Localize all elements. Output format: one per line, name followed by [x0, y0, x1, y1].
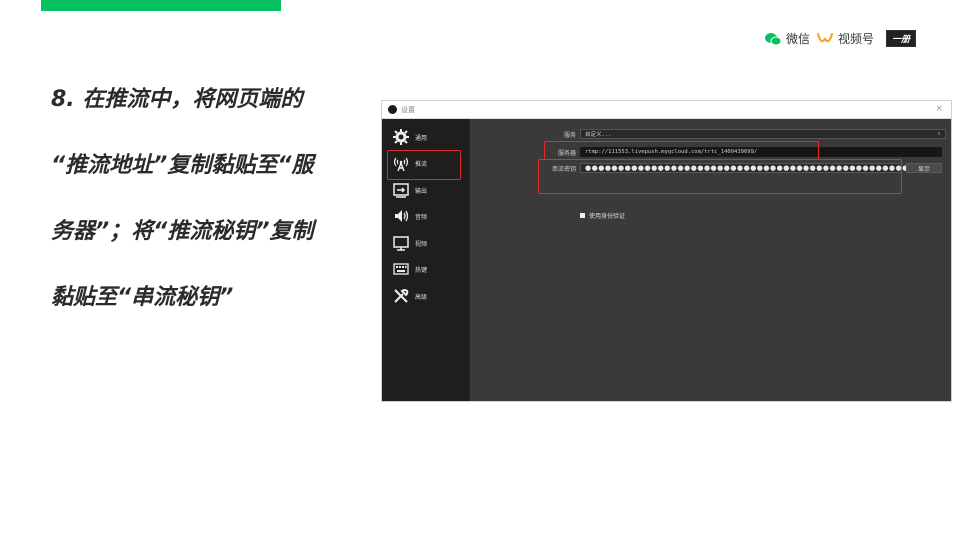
- auth-checkbox-row[interactable]: 使用身份验证: [580, 211, 625, 220]
- wechat-brand: 微信: [764, 30, 810, 47]
- sidebar-item-video[interactable]: 视频: [392, 235, 427, 251]
- auth-checkbox-label: 使用身份验证: [589, 213, 626, 220]
- instruction-line: 8. 在推流中，将网页端的: [51, 87, 303, 112]
- close-icon[interactable]: ×: [935, 104, 943, 114]
- sidebar-item-general[interactable]: 通用: [392, 129, 427, 145]
- sidebar-item-advanced[interactable]: 高级: [392, 288, 427, 304]
- sidebar-item-label: 高级: [415, 293, 428, 301]
- monitor-icon: [392, 235, 410, 251]
- sidebar-item-label: 视频: [415, 240, 428, 248]
- auth-checkbox[interactable]: [580, 213, 585, 218]
- sidebar-item-output[interactable]: 输出: [392, 182, 427, 198]
- sidebar-item-label: 热键: [415, 266, 428, 274]
- tools-icon: [392, 288, 410, 304]
- keyboard-icon: [392, 261, 410, 277]
- instruction-text: 8. 在推流中，将网页端的 “推流地址”复制黏贴至“服 务器”；将“推流秘钥”复…: [51, 82, 371, 346]
- sidebar-item-audio[interactable]: 音频: [392, 208, 427, 224]
- instruction-line: 务器”；将“推流秘钥”复制: [51, 219, 314, 244]
- obs-logo-icon: [388, 105, 397, 114]
- channels-icon: [816, 32, 834, 42]
- settings-window: 设置 × 通用 推流 输出 音频 视频 热键 高级 服务 自定义... ⇕ 服务…: [381, 100, 952, 402]
- show-key-button[interactable]: 显示: [906, 163, 942, 173]
- logo: 一册: [885, 30, 916, 47]
- window-title: 设置: [401, 105, 415, 114]
- highlight-stream-key-field: [538, 159, 902, 194]
- service-select[interactable]: 自定义... ⇕: [580, 129, 946, 139]
- sidebar-item-label: 通用: [415, 134, 428, 142]
- chevron-down-icon: ⇕: [937, 130, 941, 137]
- instruction-line: 黏贴至“串流秘钥”: [51, 285, 234, 310]
- channels-brand: 视频号: [816, 30, 874, 47]
- wechat-label: 微信: [785, 32, 810, 46]
- gear-icon: [392, 129, 410, 145]
- service-label: 服务: [563, 131, 576, 139]
- service-row: 服务 自定义... ⇕: [554, 129, 946, 139]
- highlight-server-field: [544, 141, 819, 160]
- instruction-line: “推流地址”复制黏贴至“服: [51, 153, 314, 178]
- sidebar-item-hotkeys[interactable]: 热键: [392, 261, 427, 277]
- sidebar-item-label: 输出: [415, 187, 428, 195]
- window-titlebar: 设置 ×: [382, 101, 951, 119]
- accent-bar: [41, 0, 281, 11]
- wechat-icon: [764, 32, 782, 45]
- sidebar-item-label: 音频: [415, 213, 428, 221]
- speaker-icon: [392, 208, 410, 224]
- service-value: 自定义...: [585, 132, 612, 138]
- channels-label: 视频号: [837, 32, 874, 46]
- brand-bar: 微信 视频号 一册: [764, 30, 916, 47]
- output-icon: [392, 182, 410, 198]
- highlight-stream-tab: [387, 150, 461, 180]
